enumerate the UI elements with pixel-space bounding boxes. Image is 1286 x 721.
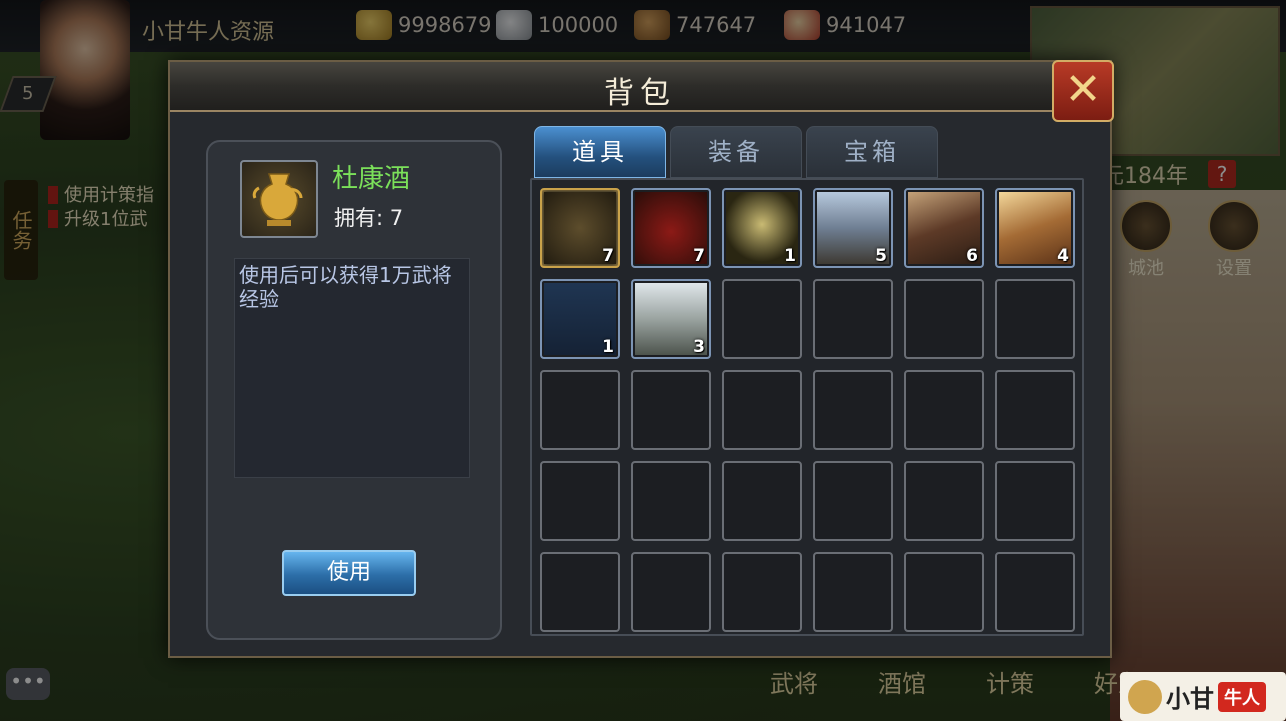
watermark-badge: 牛人	[1218, 681, 1266, 712]
inventory-slot[interactable]: 3	[631, 279, 711, 359]
tab-equipment[interactable]: 装备	[670, 126, 802, 178]
selected-item-owned: 拥有: 7	[334, 206, 404, 230]
inventory-slot[interactable]: 4	[995, 188, 1075, 268]
watermark-logo: 小甘 牛人	[1120, 672, 1286, 721]
empty-inventory-slot	[904, 552, 984, 632]
item-count: 7	[602, 246, 614, 266]
empty-inventory-slot	[722, 552, 802, 632]
crossed-swords-close-icon: ✕	[1064, 64, 1102, 115]
empty-inventory-slot	[631, 370, 711, 450]
tab-treasure-chests[interactable]: 宝箱	[806, 126, 938, 178]
inventory-slot[interactable]: 1	[722, 188, 802, 268]
empty-inventory-slot	[813, 461, 893, 541]
empty-inventory-slot	[722, 461, 802, 541]
selected-item-icon	[240, 160, 318, 238]
inventory-slot[interactable]: 7	[631, 188, 711, 268]
backpack-tabs: 道具 装备 宝箱	[534, 126, 938, 178]
item-detail-panel: 杜康酒 拥有: 7 使用后可以获得1万武将经验 使用	[206, 140, 502, 640]
close-button[interactable]: ✕	[1052, 60, 1114, 122]
empty-inventory-slot	[995, 552, 1075, 632]
inventory-slot[interactable]: 1	[540, 279, 620, 359]
item-count: 1	[602, 337, 614, 357]
item-count: 7	[693, 246, 705, 266]
empty-inventory-slot	[722, 370, 802, 450]
watermark-text: 小甘	[1166, 685, 1214, 713]
cow-logo-icon	[1128, 679, 1162, 714]
item-description: 使用后可以获得1万武将经验	[239, 263, 452, 311]
inventory-slot[interactable]: 7	[540, 188, 620, 268]
item-count: 3	[693, 337, 705, 357]
empty-inventory-slot	[813, 552, 893, 632]
dialog-title: 背包	[604, 76, 676, 111]
inventory-panel: 7 7 1 5 6 4 1 3	[530, 178, 1084, 636]
item-count: 1	[784, 246, 796, 266]
empty-inventory-slot	[813, 370, 893, 450]
item-count: 4	[1057, 246, 1069, 266]
empty-inventory-slot	[540, 552, 620, 632]
item-count: 6	[966, 246, 978, 266]
dialog-header: 背包	[170, 62, 1110, 112]
empty-inventory-slot	[631, 552, 711, 632]
empty-inventory-slot	[995, 461, 1075, 541]
empty-inventory-slot	[540, 461, 620, 541]
tab-items[interactable]: 道具	[534, 126, 666, 178]
empty-inventory-slot	[813, 279, 893, 359]
game-screen: 小甘牛人资源 9998679 100000 747647 941047 5 任务…	[0, 0, 1286, 721]
selected-item-name: 杜康酒	[332, 164, 411, 194]
inventory-slot[interactable]: 6	[904, 188, 984, 268]
empty-inventory-slot	[904, 370, 984, 450]
wine-ewer-icon	[252, 173, 303, 226]
inventory-grid: 7 7 1 5 6 4 1 3	[540, 188, 1075, 632]
empty-inventory-slot	[904, 279, 984, 359]
empty-inventory-slot	[995, 370, 1075, 450]
backpack-dialog: 背包 ✕ 杜康酒 拥有: 7 使用后可以获得1万武将经验 使用 道具 装备 宝箱	[168, 60, 1114, 658]
item-description-box: 使用后可以获得1万武将经验	[234, 258, 470, 478]
empty-inventory-slot	[540, 370, 620, 450]
empty-inventory-slot	[995, 279, 1075, 359]
item-count: 5	[875, 246, 887, 266]
empty-inventory-slot	[722, 279, 802, 359]
inventory-slot[interactable]: 5	[813, 188, 893, 268]
empty-inventory-slot	[631, 461, 711, 541]
empty-inventory-slot	[904, 461, 984, 541]
use-button[interactable]: 使用	[282, 550, 416, 596]
